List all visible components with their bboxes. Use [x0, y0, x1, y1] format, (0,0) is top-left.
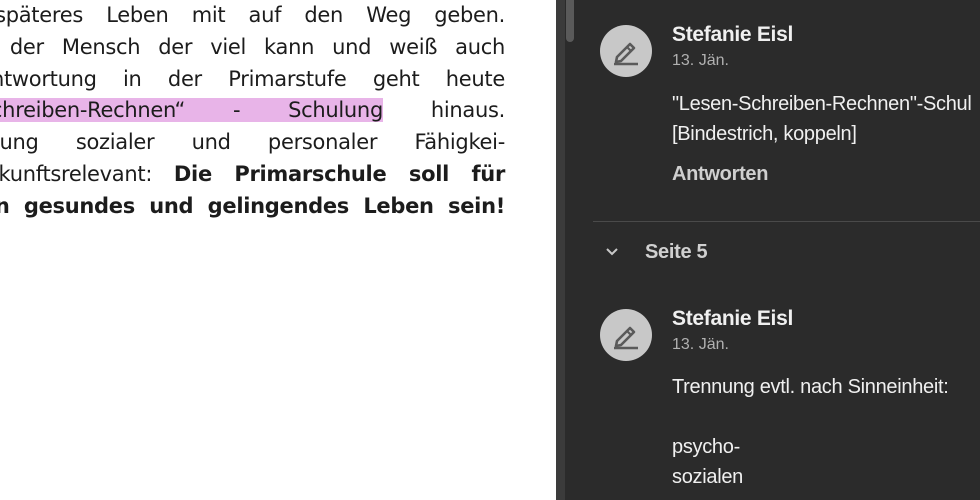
- comments-panel: Stefanie Eisl 13. Jän. "Lesen-Schreiben-…: [565, 0, 980, 500]
- document-text: ihr späteres Leben mit auf den Weg geben…: [0, 0, 505, 223]
- pencil-icon: [614, 42, 638, 66]
- page-section-header[interactable]: Seite 5: [605, 238, 708, 266]
- avatar: [600, 309, 652, 361]
- text-run: örderung sozialer und personaler Fähigke…: [0, 130, 505, 155]
- text-run: hinaus.: [382, 98, 505, 123]
- chevron-down-icon[interactable]: [605, 247, 619, 257]
- text-line-4: en-Schreiben-Rechnen“ - Schulung hinaus.: [0, 95, 505, 127]
- text-line-6: t zukunftsrelevant: Die Primarschule sol…: [0, 159, 505, 191]
- panel-splitter[interactable]: [556, 0, 565, 500]
- bold-text-run: n ein gesundes und gelingendes Leben sei…: [0, 193, 505, 218]
- section-label: Seite 5: [645, 240, 708, 263]
- text-line-1: ihr späteres Leben mit auf den Weg geben…: [0, 0, 505, 32]
- scrollbar-thumb[interactable]: [566, 0, 574, 42]
- text-run: t zukunftsrelevant:: [0, 161, 153, 186]
- comment-author: Stefanie Eisl: [672, 23, 793, 46]
- reply-button[interactable]: Antworten: [672, 163, 768, 186]
- document-page: ihr späteres Leben mit auf den Weg geben…: [0, 0, 556, 500]
- text-run: Verantwortung in der Primarstufe geht he…: [0, 66, 505, 91]
- text-line-7: n ein gesundes und gelingendes Leben sei…: [0, 191, 505, 223]
- avatar: [600, 25, 652, 77]
- text-run: dass der Mensch der viel kann und weiß a…: [0, 34, 505, 59]
- text-line-3: Verantwortung in der Primarstufe geht he…: [0, 64, 505, 96]
- highlighted-text[interactable]: en-Schreiben-Rechnen“ - Schulung: [0, 98, 383, 123]
- pencil-icon: [614, 326, 638, 350]
- text-line-2: dass der Mensch der viel kann und weiß a…: [0, 32, 505, 64]
- comment-date: 13. Jän.: [672, 336, 729, 353]
- bold-text-run: Die Primarschule soll für: [173, 161, 505, 186]
- divider: [593, 221, 980, 222]
- comment-body: Trennung evtl. nach Sinneinheit: psycho-…: [672, 376, 949, 488]
- comment-author: Stefanie Eisl: [672, 307, 793, 330]
- text-run: ihr späteres Leben mit auf den Weg geben…: [0, 3, 505, 27]
- comment-date: 13. Jän.: [672, 52, 729, 69]
- comment-body: "Lesen-Schreiben-Rechnen"-Schul [Bindest…: [672, 93, 972, 145]
- text-line-5: örderung sozialer und personaler Fähigke…: [0, 127, 505, 159]
